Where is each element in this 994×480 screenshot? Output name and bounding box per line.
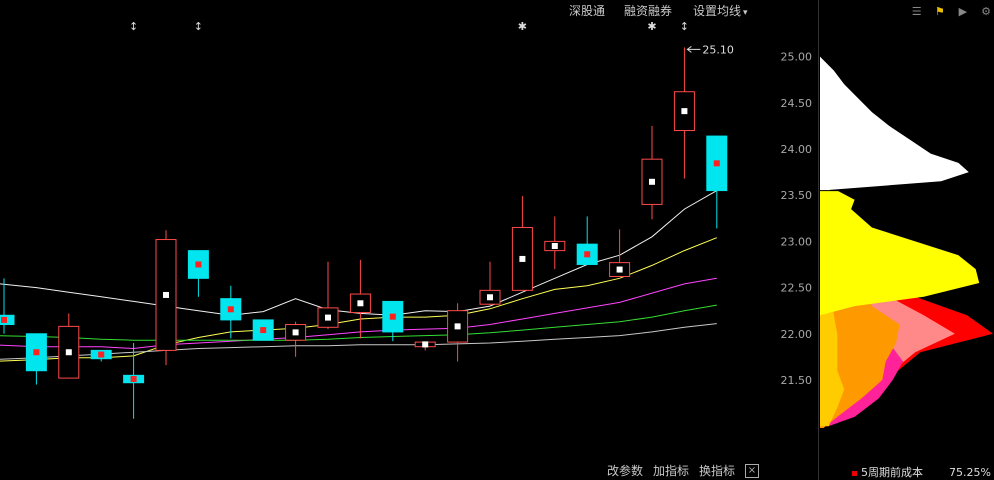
chip-layer-6 [820,190,980,316]
chip-panel-icons: ☰ ⚑ ▶ ⚙ [905,0,992,18]
add-indicator-button[interactable]: 加指标 [653,462,689,479]
event-marker[interactable]: ↕ [680,20,689,33]
chip-distribution-chart [819,56,994,428]
candle-center-marker [649,178,655,185]
event-marker[interactable]: ✱ [647,20,656,33]
y-tick-label: 23.00 [781,235,813,248]
y-tick-label: 21.50 [781,374,813,387]
candle-center-marker [260,327,267,334]
candle-center-marker [681,108,688,115]
candle-center-marker [551,243,558,250]
candle-center-marker [65,349,72,356]
legend-swatch [852,470,857,476]
gear-icon[interactable]: ⚙ [980,5,992,19]
indicator-bar: 改参数 加指标 换指标 × [0,460,818,480]
candlestick-chart[interactable]: 21.50 22.00 22.50 23.00 23.50 24.00 24.50 25.00… [0,0,818,460]
y-tick-label: 25.00 [781,51,813,64]
y-tick-label: 22.50 [781,282,813,295]
candle-center-marker [325,314,331,321]
legend-label: 5周期前成本 [861,466,923,479]
play-icon[interactable]: ▶ [957,5,969,19]
candle-center-marker [519,255,526,262]
candle-center-marker [163,291,169,298]
close-icon[interactable]: × [745,464,759,478]
chip-legend: 5周期前成本 75.25% [852,464,991,480]
y-tick-label: 22.00 [781,328,813,341]
candle-center-marker [292,329,299,336]
max-price-label: 25.10 [702,43,734,56]
candle-center-marker [33,349,40,356]
y-tick-label: 23.50 [781,189,813,202]
event-marker[interactable]: ✱ [518,20,527,33]
candle-center-marker [130,376,137,383]
candle-center-marker [584,251,591,258]
switch-indicator-button[interactable]: 换指标 [699,462,735,479]
event-marker[interactable]: ↕ [129,20,138,33]
candle-center-marker [389,313,396,320]
y-tick-label: 24.50 [781,97,813,110]
candle-center-marker [357,300,364,307]
legend-percent: 75.25% [949,466,991,479]
candle-center-marker [713,160,720,167]
chip-layer-7 [820,56,969,191]
candle-center-marker [195,261,202,268]
flag-icon[interactable]: ⚑ [934,5,946,19]
candle-center-marker [454,323,461,330]
candle-center-marker [487,294,493,301]
change-params-button[interactable]: 改参数 [607,462,643,479]
y-tick-label: 24.00 [781,143,813,156]
candle-center-marker [1,316,7,323]
candle-center-marker [227,306,234,313]
candle-center-marker [616,266,623,273]
event-marker[interactable]: ↕ [194,20,203,33]
list-icon[interactable]: ☰ [911,5,923,19]
candle-center-marker [422,341,429,348]
candle-center-marker [98,351,105,358]
